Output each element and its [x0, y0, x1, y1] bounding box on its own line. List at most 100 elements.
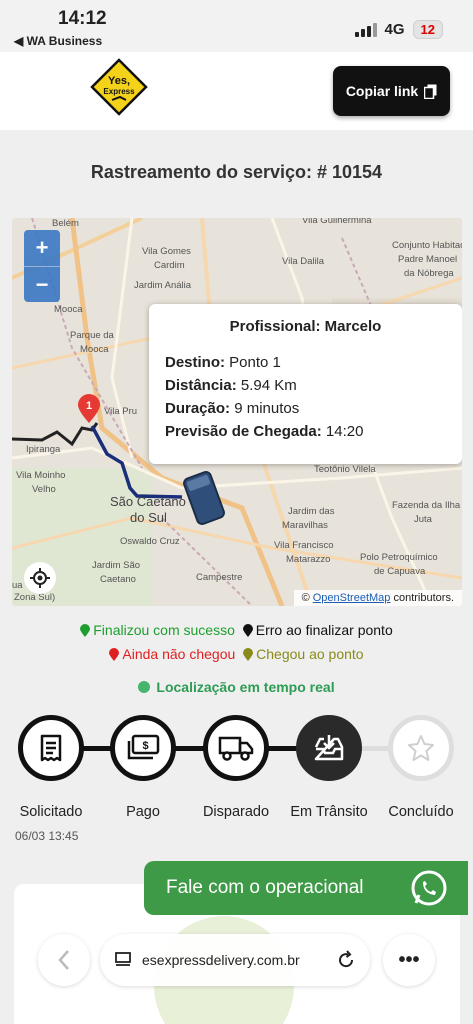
vehicle-truck-icon[interactable] — [174, 470, 234, 526]
browser-address-bar[interactable]: esexpressdelivery.com.br — [100, 934, 370, 986]
map-label: Oswaldo Cruz — [120, 536, 180, 547]
map-label: Jardim Anália — [134, 280, 192, 291]
battery-level: 12 — [412, 20, 443, 39]
map-label: Matarazzo — [286, 554, 331, 565]
map-label: Fazenda da Ilha — [392, 500, 461, 511]
step-date: 06/03 13:45 — [15, 829, 79, 843]
realtime-location-indicator: Localização em tempo real — [0, 679, 473, 695]
black-pin-icon — [242, 623, 253, 637]
destination-value: Ponto 1 — [229, 354, 281, 371]
page-menu-icon[interactable] — [114, 951, 132, 969]
distance-value: 5.94 Km — [240, 377, 297, 394]
browser-more-button[interactable]: ••• — [383, 934, 435, 986]
step-concluido[interactable] — [388, 715, 454, 781]
page-title: Rastreamento do serviço: # 10154 — [90, 162, 383, 182]
step-disparado[interactable] — [203, 715, 269, 781]
browser-back-button[interactable] — [38, 934, 90, 986]
map-label: Vila Moinho — [16, 470, 66, 481]
legend-arrived-label: Chegou ao ponto — [256, 646, 364, 662]
eta-label: Previsão de Chegada: — [165, 423, 322, 440]
tracking-map[interactable]: Belém Vila Guilhermina Conjunto Habitac … — [12, 218, 462, 606]
destination-label: Destino: — [165, 354, 225, 371]
openstreetmap-link[interactable]: OpenStreetMap — [313, 592, 391, 604]
status-bar: 14:12 ◀ WA Business 4G 12 — [0, 0, 473, 52]
step-em-transito[interactable] — [296, 715, 362, 781]
whatsapp-label: Fale com o operacional — [166, 877, 364, 898]
star-icon — [408, 735, 434, 761]
signal-icon — [354, 22, 377, 37]
zoom-control: + − — [24, 230, 60, 302]
yes-express-logo[interactable]: Yes, Express — [90, 58, 148, 116]
distance-label: Distância: — [165, 377, 237, 394]
driver-name: Profissional: Marcelo — [229, 318, 382, 335]
map-label: do Sul — [130, 510, 167, 525]
green-pin-icon — [80, 623, 91, 637]
step-label-pago: Pago — [126, 804, 160, 820]
step-label-concluido: Concluído — [388, 804, 454, 820]
receipt-icon — [40, 734, 62, 762]
pin-number: 1 — [86, 400, 92, 412]
locate-me-button[interactable] — [24, 562, 56, 594]
step-label-em-transito: Em Trânsito — [290, 804, 368, 820]
map-label: Vila Dalila — [282, 256, 325, 267]
browser-toolbar: esexpressdelivery.com.br ••• — [0, 930, 473, 1000]
step-solicitado[interactable] — [18, 715, 84, 781]
eta-value: 14:20 — [325, 423, 364, 440]
legend-arrived: Chegou ao ponto — [243, 646, 364, 662]
crosshair-icon — [30, 568, 50, 588]
copy-link-label: Copiar link — [345, 83, 419, 99]
map-label: Velho — [32, 484, 56, 495]
zoom-in-button[interactable]: + — [24, 230, 60, 266]
status-time: 14:12 — [58, 8, 107, 29]
map-label: Cardim — [154, 260, 185, 271]
network-type: 4G — [384, 21, 405, 38]
more-dots-icon: ••• — [398, 948, 420, 971]
map-label: Vila Pru — [104, 406, 138, 417]
legend-not-arrived: Ainda não chegou — [109, 646, 235, 662]
map-attribution: © OpenStreetMap contributors. — [293, 590, 462, 606]
copy-link-button[interactable]: Copiar link — [333, 66, 450, 116]
legend-not-arrived-label: Ainda não chegou — [122, 646, 236, 662]
duration-value: 9 minutos — [234, 400, 300, 417]
zoom-out-button[interactable]: − — [24, 266, 60, 302]
destination-pin-icon[interactable]: 1 — [77, 394, 101, 424]
map-label: Padre Manoel — [398, 254, 458, 265]
map-label: Caetano — [100, 574, 136, 585]
whatsapp-contact-button[interactable]: Fale com o operacional — [144, 861, 468, 915]
map-label: Belém — [52, 218, 79, 229]
map-label: Mooca — [54, 304, 83, 315]
truck-icon — [218, 736, 254, 761]
back-to-app-link[interactable]: ◀ WA Business — [14, 34, 102, 48]
red-pin-icon — [109, 647, 120, 661]
map-label: Jardim das — [288, 506, 335, 517]
realtime-label: Localização em tempo real — [156, 679, 335, 695]
legend-success-label: Finalizou com sucesso — [93, 622, 235, 638]
chevron-left-icon — [58, 950, 69, 970]
whatsapp-icon — [411, 870, 447, 906]
reload-icon[interactable] — [336, 950, 356, 970]
logo-text-top: Yes, — [108, 75, 130, 87]
map-label: Ipiranga — [26, 444, 61, 455]
browser-url: esexpressdelivery.com.br — [142, 952, 300, 968]
map-label: Jardim São — [92, 560, 141, 571]
realtime-dot-icon — [138, 681, 151, 693]
driver-info-popup: Profissional: Marcelo Destino: Ponto 1 D… — [149, 304, 462, 464]
map-label: Maravilhas — [282, 520, 328, 531]
map-label: Vila Guilhermina — [302, 218, 372, 226]
map-label: de Capuava — [374, 566, 426, 577]
step-pago[interactable]: $ — [110, 715, 176, 781]
legend-success: Finalizou com sucesso — [80, 622, 235, 638]
olive-pin-icon — [243, 647, 254, 661]
map-label: Juta — [414, 514, 432, 525]
svg-text:$: $ — [142, 740, 148, 752]
map-label: ua — [12, 580, 23, 591]
inbox-download-icon — [314, 735, 344, 761]
map-label: Teotônio Vilela — [314, 464, 376, 475]
map-label: Parque da — [70, 330, 114, 341]
map-label: Campestre — [196, 572, 243, 583]
copy-icon — [424, 84, 437, 99]
duration-label: Duração: — [165, 400, 231, 417]
map-label: Mooca — [80, 344, 109, 355]
map-label: Vila Gomes — [142, 246, 191, 257]
legend-error-label: Erro ao finalizar ponto — [255, 622, 393, 638]
